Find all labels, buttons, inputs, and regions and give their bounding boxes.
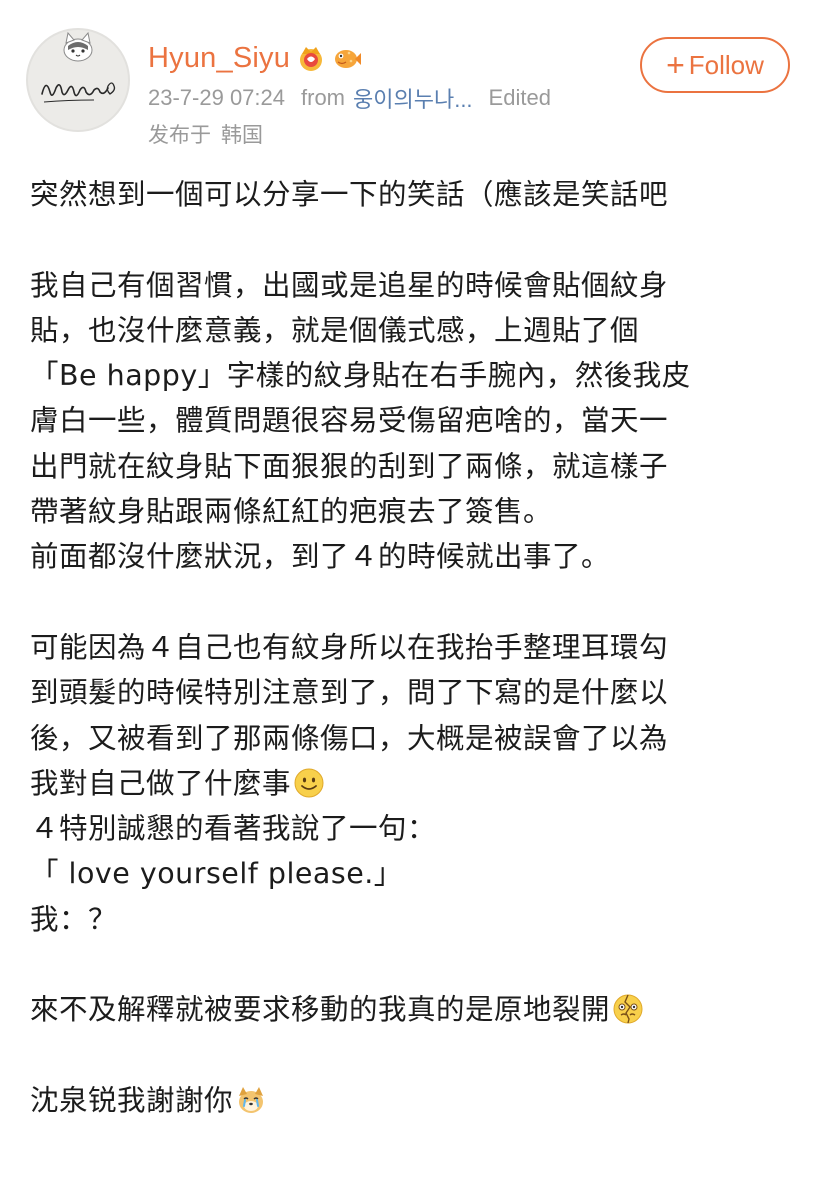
body-line: 突然想到一個可以分享一下的笑話（應該是笑話吧 xyxy=(30,178,669,211)
follow-button[interactable]: + Follow xyxy=(640,37,790,93)
crown-vip-badge-icon xyxy=(300,47,323,71)
location-place: 韩国 xyxy=(221,123,263,147)
body-line: 「Be happy」字樣的紋身貼在右手腕內，然後我皮 xyxy=(30,359,691,393)
body-line: 到頭髮的時候特別注意到了，問了下寫的是什麼以 xyxy=(30,676,669,710)
body-line: 前面都沒什麼狀況，到了４的時候就出事了。 xyxy=(30,540,611,574)
cracked-face-emoji-icon xyxy=(613,994,643,1024)
post-timestamp: 23-7-29 07:24 xyxy=(148,85,285,110)
avatar[interactable] xyxy=(26,28,130,132)
from-label: from xyxy=(301,85,345,110)
crying-dog-emoji-icon xyxy=(239,1086,264,1113)
body-line: 後，又被看到了那兩條傷口，大概是被誤會了以為 xyxy=(30,721,669,755)
body-line: 出門就在紋身貼下面狠狠的刮到了兩條，就這樣子 xyxy=(30,449,669,483)
body-line: 貼，也沒什麼意義，就是個儀式感，上週貼了個 xyxy=(30,313,640,347)
body-line: 我：？ xyxy=(30,902,118,936)
plus-icon: + xyxy=(666,47,685,83)
body-line-text: 沈泉锐我謝謝你 xyxy=(30,1083,234,1117)
body-line-with-emoji: 來不及解釋就被要求移動的我真的是原地裂開 xyxy=(30,987,810,1032)
body-line: 「 love yourself please.」 xyxy=(30,857,403,891)
body-line: ４特別誠懇的看著我說了一句： xyxy=(30,812,437,846)
follow-label: Follow xyxy=(688,49,764,80)
edited-label[interactable]: Edited xyxy=(489,85,551,111)
post-body: 突然想到一個可以分享一下的笑話（應該是笑話吧 我自己有個習慣，出國或是追星的時候… xyxy=(30,172,810,1123)
author-row: Hyun_Siyu xyxy=(148,38,362,78)
body-line: 我自己有個習慣，出國或是追星的時候會貼個紋身 xyxy=(30,268,669,302)
body-line-with-emoji: 我對自己做了什麼事 xyxy=(30,761,810,806)
avatar-signature-icon xyxy=(41,31,116,103)
body-line: 膚白一些，體質問題很容易受傷留疤啥的，當天一 xyxy=(30,404,669,438)
post-meta: 23-7-29 07:24 from 웅이의누나... Edited xyxy=(148,82,551,114)
post-location: 发布于 韩国 xyxy=(148,118,263,150)
body-line: 可能因為４自己也有紋身所以在我抬手整理耳環勾 xyxy=(30,630,669,664)
body-line-text: 我對自己做了什麼事 xyxy=(30,766,292,800)
location-label: 发布于 xyxy=(148,123,211,147)
body-line-with-emoji: 沈泉锐我謝謝你 xyxy=(30,1078,810,1123)
post-source-link[interactable]: 웅이의누나... xyxy=(353,82,473,114)
fish-badge-icon xyxy=(335,50,362,68)
post-header: Hyun_Siyu 23-7-29 07:24 from 웅이의누나... Ed… xyxy=(0,0,821,160)
smile-emoji-icon xyxy=(294,768,324,798)
author-name[interactable]: Hyun_Siyu xyxy=(148,42,290,75)
body-line: 帶著紋身貼跟兩條紅紅的疤痕去了簽售。 xyxy=(30,495,553,529)
body-line-text: 來不及解釋就被要求移動的我真的是原地裂開 xyxy=(30,993,611,1027)
